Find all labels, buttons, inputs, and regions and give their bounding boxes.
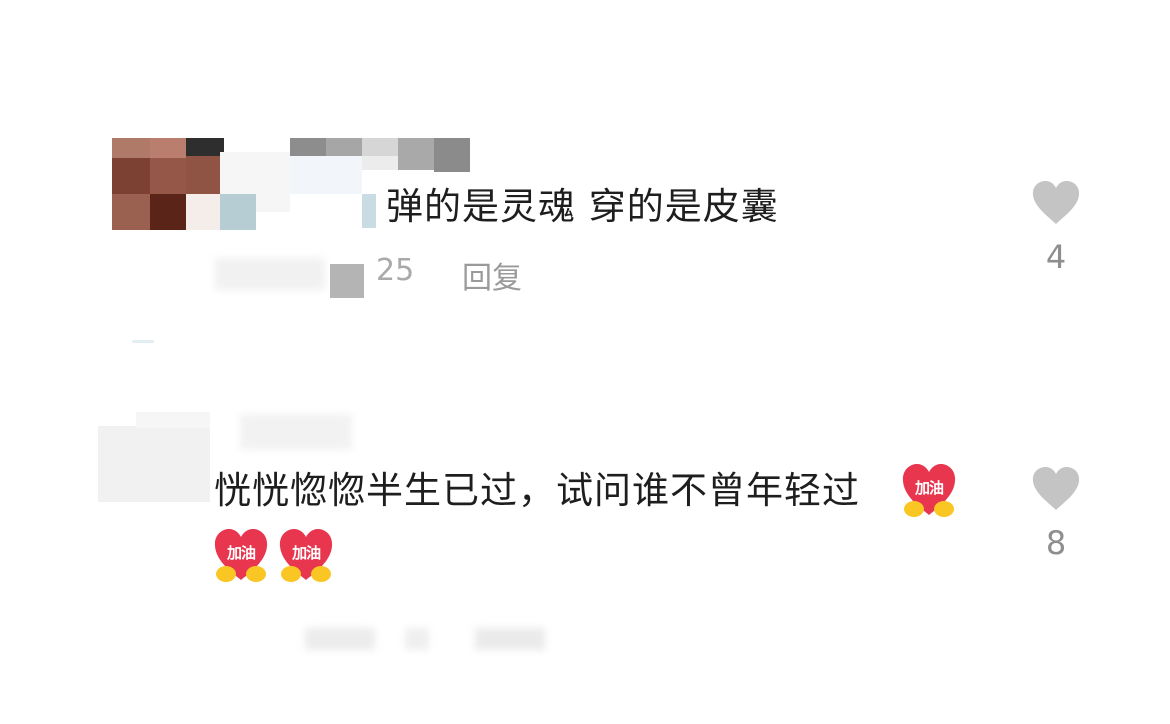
- jiayou-heart-sticker: 加油: [900, 461, 958, 519]
- sticker-container: 加油: [900, 461, 958, 519]
- heart-icon: [1026, 180, 1086, 226]
- like-count: 8: [1045, 524, 1067, 562]
- comment-meta-count: 25: [376, 253, 415, 288]
- jiayou-heart-sticker: 加油: [277, 526, 335, 584]
- comment-meta-blur: [215, 258, 325, 290]
- comment-list: 弹的是灵魂 穿的是皮囊 25 回复 4 恍恍惚惚半生已过，试问谁不曾年轻过 加油…: [0, 0, 1170, 724]
- divider: [132, 340, 154, 343]
- jiayou-heart-sticker: 加油: [212, 526, 270, 584]
- heart-icon: [1026, 466, 1086, 512]
- reply-button[interactable]: 回复: [462, 253, 522, 297]
- like-count: 4: [1045, 238, 1067, 276]
- avatar[interactable]: [98, 412, 210, 502]
- comment-meta-blur: [305, 624, 545, 654]
- meta-square: [330, 264, 364, 298]
- avatar[interactable]: [112, 138, 224, 230]
- like-button[interactable]: 4: [1026, 180, 1086, 276]
- comment-text: 弹的是灵魂 穿的是皮囊: [386, 185, 779, 228]
- like-button[interactable]: 8: [1026, 466, 1086, 562]
- comment-text: 恍恍惚惚半生已过，试问谁不曾年轻过: [214, 469, 860, 512]
- username[interactable]: [240, 414, 352, 450]
- sticker-row: 加油 加油: [212, 526, 335, 584]
